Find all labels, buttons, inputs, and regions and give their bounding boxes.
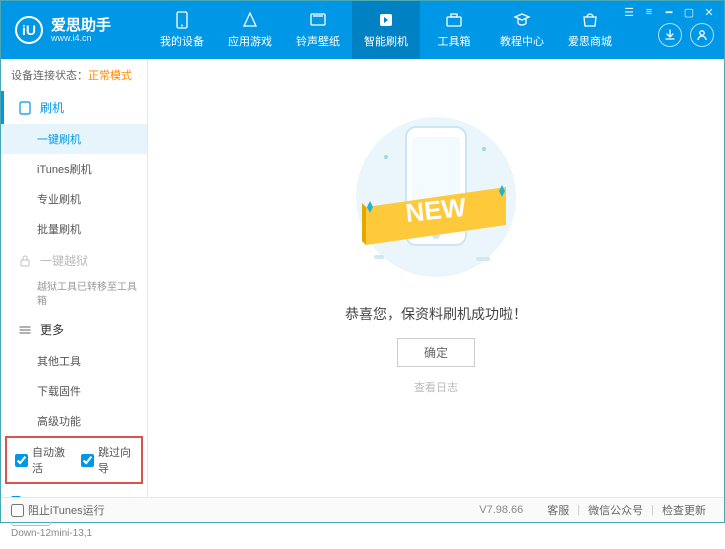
new-badge-text: NEW [404,192,468,228]
brand-logo-icon: iU [15,16,43,44]
menu-icon[interactable]: ☰ [622,5,636,19]
settings-icon[interactable]: ≡ [642,5,656,19]
device-model: Down-12mini-13,1 [11,528,137,539]
more-icon [18,323,32,337]
tutorial-icon [512,11,532,29]
user-button[interactable] [690,23,714,47]
checkbox-label: 跳过向导 [98,444,133,476]
nav-label: 我的设备 [160,33,204,49]
ok-button[interactable]: 确定 [397,338,475,367]
close-icon[interactable]: ✕ [702,5,716,19]
main-content: NEW 恭喜您，保资料刷机成功啦！ 确定 查看日志 [148,59,724,498]
wallpaper-icon [308,11,328,29]
nav-apps-games[interactable]: 应用游戏 [216,1,284,59]
status-bar: 阻止iTunes运行 V7.98.66 客服 | 微信公众号 | 检查更新 [1,497,724,522]
minimize-icon[interactable]: ━ [662,5,676,19]
nav-toolbox[interactable]: 工具箱 [420,1,488,59]
app-header: iU 爱思助手 www.i4.cn 我的设备 应用游戏 铃声壁纸 智能刷机 工具… [1,1,724,59]
sidebar-head-label: 更多 [40,321,64,338]
apps-icon [240,11,260,29]
phone-icon [18,101,32,115]
checkbox-label: 自动激活 [32,444,67,476]
nav-label: 爱思商城 [568,33,612,49]
store-icon [580,11,600,29]
top-nav: 我的设备 应用游戏 铃声壁纸 智能刷机 工具箱 教程中心 爱思商城 [148,1,624,59]
maximize-icon[interactable]: ▢ [682,5,696,19]
sidebar-item-other-tools[interactable]: 其他工具 [1,346,147,376]
nav-store[interactable]: 爱思商城 [556,1,624,59]
sidebar-item-pro-flash[interactable]: 专业刷机 [1,184,147,214]
sidebar-jailbreak-header: 一键越狱 [1,244,147,277]
nav-my-device[interactable]: 我的设备 [148,1,216,59]
connection-status: 设备连接状态：正常模式 [1,59,147,91]
window-controls: ☰ ≡ ━ ▢ ✕ [622,5,716,19]
brand: iU 爱思助手 www.i4.cn [1,16,148,44]
nav-ringtone-wallpaper[interactable]: 铃声壁纸 [284,1,352,59]
brand-title: 爱思助手 [51,18,111,33]
download-button[interactable] [658,23,682,47]
sidebar-item-oneclick-flash[interactable]: 一键刷机 [1,124,147,154]
sidebar-item-advanced[interactable]: 高级功能 [1,406,147,436]
success-message: 恭喜您，保资料刷机成功啦！ [345,304,527,324]
lock-icon [18,254,32,268]
sidebar-more-header[interactable]: 更多 [1,313,147,346]
sidebar-item-download-firmware[interactable]: 下载固件 [1,376,147,406]
flash-options-box: 自动激活 跳过向导 [5,436,143,484]
nav-label: 教程中心 [500,33,544,49]
conn-label: 设备连接状态： [11,70,88,82]
checkbox-label: 阻止iTunes运行 [28,502,105,518]
check-update-link[interactable]: 检查更新 [662,502,706,518]
nav-smart-flash[interactable]: 智能刷机 [352,1,420,59]
block-itunes-checkbox[interactable]: 阻止iTunes运行 [11,502,105,518]
auto-activate-checkbox[interactable]: 自动激活 [15,444,67,476]
sidebar: 设备连接状态：正常模式 刷机 一键刷机 iTunes刷机 专业刷机 批量刷机 一… [1,59,148,498]
sidebar-item-batch-flash[interactable]: 批量刷机 [1,214,147,244]
sidebar-head-label: 刷机 [40,99,64,116]
wechat-link[interactable]: 微信公众号 [588,502,643,518]
nav-label: 工具箱 [438,33,471,49]
nav-label: 智能刷机 [364,33,408,49]
nav-label: 应用游戏 [228,33,272,49]
sidebar-head-label: 一键越狱 [40,252,88,269]
brand-subtitle: www.i4.cn [51,33,111,43]
nav-tutorials[interactable]: 教程中心 [488,1,556,59]
sidebar-flash-header[interactable]: 刷机 [1,91,147,124]
flash-icon [376,11,396,29]
sidebar-jailbreak-note: 越狱工具已转移至工具箱 [1,277,147,313]
version-label: V7.98.66 [479,504,523,516]
nav-label: 铃声壁纸 [296,33,340,49]
success-illustration: NEW [326,107,546,290]
sidebar-item-itunes-flash[interactable]: iTunes刷机 [1,154,147,184]
toolbox-icon [444,11,464,29]
customer-service-link[interactable]: 客服 [547,502,569,518]
skip-guide-checkbox[interactable]: 跳过向导 [81,444,133,476]
view-log-link[interactable]: 查看日志 [414,379,458,395]
conn-value: 正常模式 [88,70,132,82]
phone-icon [172,11,192,29]
